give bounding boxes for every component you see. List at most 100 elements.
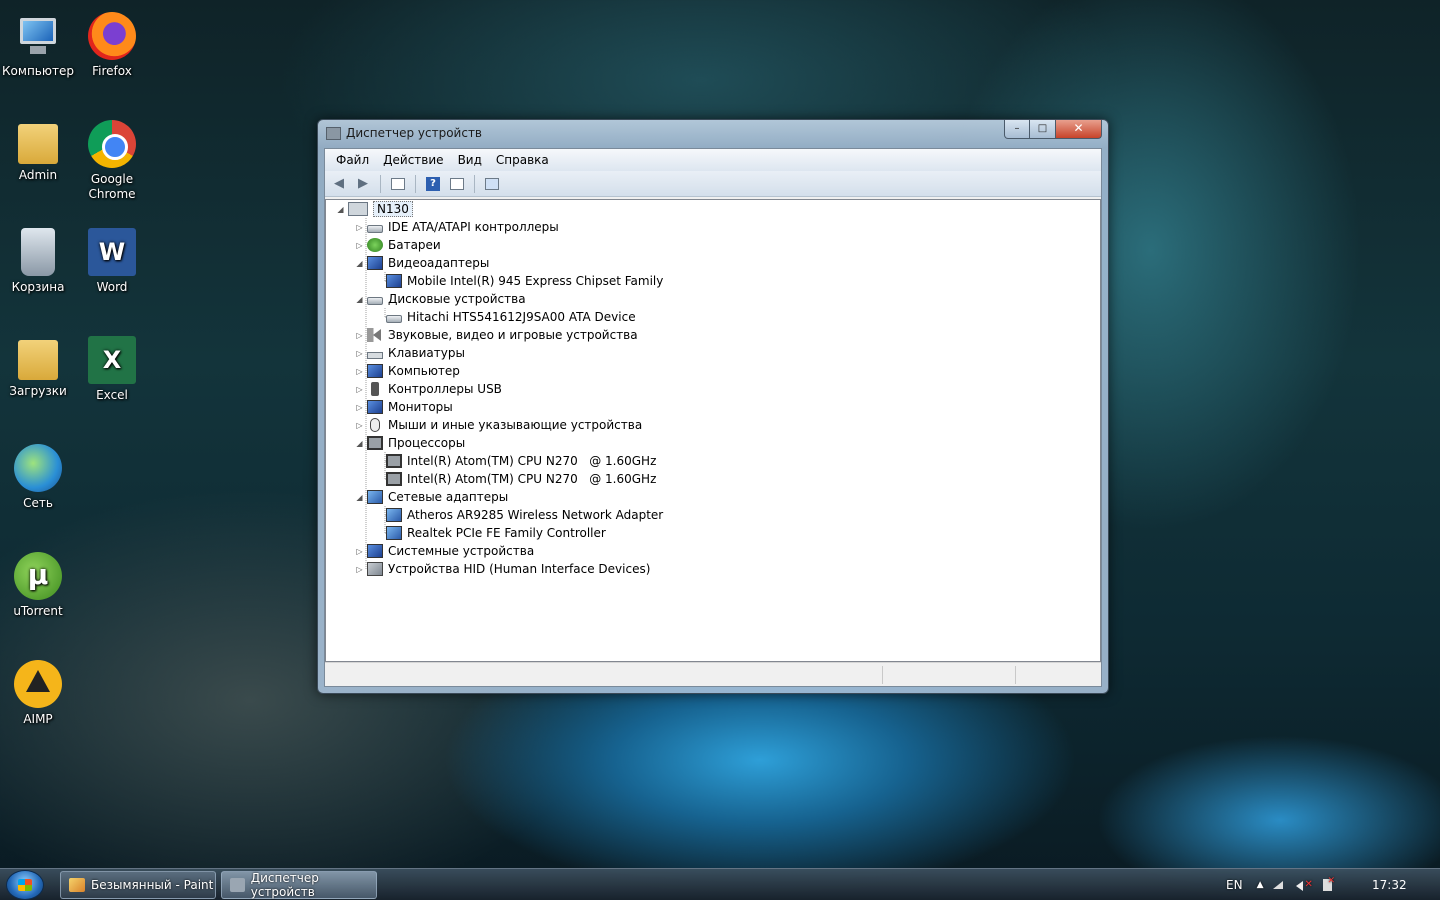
excel-icon: X [88,336,136,384]
maximize-button[interactable]: □ [1030,120,1056,139]
desktop-icon-label: AIMP [23,712,53,726]
tree-root[interactable]: ◢ N130 [336,200,413,218]
desktop-icon-firefox[interactable]: Firefox [74,6,150,79]
device-manager-icon [230,878,245,892]
mouse-icon [370,418,380,432]
tree-node-display-adapters[interactable]: ◢ Видеоадаптеры [355,254,489,272]
expand-arrow-icon[interactable]: ▷ [355,403,364,412]
tree-node-keyboards[interactable]: ▷ Клавиатуры [355,344,465,362]
system-tray: EN ▲ ✕ ✕ [1226,869,1337,900]
cpu-icon [386,454,402,468]
toolbar-separator [415,174,416,193]
tree-node-hid[interactable]: ▷ Устройства HID (Human Interface Device… [355,560,650,578]
desktop-icon-label: Загрузки [9,384,67,398]
forward-arrow-icon[interactable]: ▶ [353,175,373,193]
tree-device-cpu-2[interactable]: Intel(R) Atom(TM) CPU N270 @ 1.60GHz [386,470,656,488]
tree-root-label: N130 [373,201,413,217]
chrome-icon [88,120,136,168]
desktop-icon-aimp[interactable]: AIMP [0,654,76,727]
desktop-icon-label: Google Chrome [88,172,136,201]
tree-node-usb[interactable]: ▷ Контроллеры USB [355,380,502,398]
help-icon[interactable]: ? [423,175,443,193]
desktop-icon-admin[interactable]: Admin [0,114,76,183]
tree-node-mice[interactable]: ▷ Мыши и иные указывающие устройства [355,416,642,434]
tree-node-monitors[interactable]: ▷ Мониторы [355,398,453,416]
tree-device-ethernet[interactable]: Realtek PCIe FE Family Controller [386,524,606,542]
desktop-icon-computer[interactable]: Компьютер [0,6,76,79]
scan-hardware-icon[interactable] [482,175,502,193]
tree-node-batteries[interactable]: ▷ Батареи [355,236,441,254]
desktop-icon-word[interactable]: W Word [74,222,150,295]
monitor-icon [367,544,383,558]
menu-view[interactable]: Вид [451,153,489,167]
usb-icon [371,382,379,396]
tree-node-label: Компьютер [388,364,460,378]
collapse-arrow-icon[interactable]: ◢ [336,205,345,214]
tree-device-disk[interactable]: Hitachi HTS541612J9SA00 ATA Device [386,308,636,326]
tree-node-label: Батареи [388,238,441,252]
tree-node-ide[interactable]: ▷ IDE ATA/ATAPI контроллеры [355,218,559,236]
expand-arrow-icon[interactable]: ▷ [355,331,364,340]
power-icon[interactable]: ✕ [1323,876,1335,891]
close-button[interactable]: ✕ [1056,120,1102,139]
network-adapter-icon [367,490,383,504]
tree-node-disk-drives[interactable]: ◢ Дисковые устройства [355,290,525,308]
show-hide-console-tree-icon[interactable] [388,175,408,193]
expand-arrow-icon[interactable]: ▷ [355,367,364,376]
taskbar-button-device-manager[interactable]: Диспетчер устройств [221,871,377,899]
collapse-arrow-icon[interactable]: ◢ [355,259,364,268]
tree-device-video-adapter[interactable]: Mobile Intel(R) 945 Express Chipset Fami… [386,272,663,290]
tree-node-label: Контроллеры USB [388,382,502,396]
computer-icon [14,12,62,60]
taskbar-button-label: Диспетчер устройств [250,871,319,899]
window-titlebar[interactable]: Диспетчер устройств – □ ✕ [318,120,1108,148]
menu-file[interactable]: Файл [329,153,376,167]
collapse-arrow-icon[interactable]: ◢ [355,295,364,304]
volume-muted-icon[interactable]: ✕ [1296,879,1313,891]
collapse-arrow-icon[interactable]: ◢ [355,439,364,448]
recycle-bin-icon [21,228,55,276]
taskbar-clock[interactable]: 17:32 [1372,878,1407,892]
desktop-icon-recycle-bin[interactable]: Корзина [0,222,76,295]
device-tree[interactable]: ◢ N130 ▷ IDE ATA/ATAPI контроллеры ▷ Бат… [325,199,1101,662]
properties-icon[interactable] [447,175,467,193]
status-divider [1015,666,1016,684]
show-hidden-icons-icon[interactable]: ▲ [1257,880,1264,890]
tree-device-label: Intel(R) Atom(TM) CPU N270 @ 1.60GHz [407,472,657,486]
tree-node-sound[interactable]: ▷ Звуковые, видео и игровые устройства [355,326,638,344]
drive-icon [367,225,383,233]
tree-node-network-adapters[interactable]: ◢ Сетевые адаптеры [355,488,508,506]
expand-arrow-icon[interactable]: ▷ [355,223,364,232]
taskbar-button-paint[interactable]: Безымянный - Paint [60,871,216,899]
network-adapter-icon [386,508,402,522]
desktop-icon-label: Word [96,280,128,294]
taskbar-button-label: Безымянный - Paint [91,878,214,892]
desktop-icon-network[interactable]: Сеть [0,438,76,511]
menu-action[interactable]: Действие [376,153,450,167]
desktop-icon-utorrent[interactable]: µ uTorrent [0,546,76,619]
language-indicator[interactable]: EN [1226,878,1243,892]
expand-arrow-icon[interactable]: ▷ [355,241,364,250]
tree-node-processors[interactable]: ◢ Процессоры [355,434,465,452]
expand-arrow-icon[interactable]: ▷ [355,547,364,556]
monitor-icon [367,256,383,270]
minimize-button[interactable]: – [1004,120,1030,139]
desktop-icon-excel[interactable]: X Excel [74,330,150,403]
expand-arrow-icon[interactable]: ▷ [355,385,364,394]
collapse-arrow-icon[interactable]: ◢ [355,493,364,502]
back-arrow-icon[interactable]: ◀ [329,175,349,193]
network-signal-icon[interactable] [1273,881,1284,889]
desktop-icon-downloads[interactable]: Загрузки [0,330,76,399]
menu-help[interactable]: Справка [489,153,556,167]
tree-node-computer[interactable]: ▷ Компьютер [355,362,460,380]
expand-arrow-icon[interactable]: ▷ [355,421,364,430]
utorrent-icon: µ [14,552,62,600]
tree-device-cpu-1[interactable]: Intel(R) Atom(TM) CPU N270 @ 1.60GHz [386,452,656,470]
expand-arrow-icon[interactable]: ▷ [355,349,364,358]
start-button[interactable] [6,870,44,900]
desktop-icon-chrome[interactable]: Google Chrome [74,114,150,202]
expand-arrow-icon[interactable]: ▷ [355,565,364,574]
tree-node-label: IDE ATA/ATAPI контроллеры [388,220,559,234]
tree-node-system-devices[interactable]: ▷ Системные устройства [355,542,534,560]
tree-device-wifi[interactable]: Atheros AR9285 Wireless Network Adapter [386,506,663,524]
